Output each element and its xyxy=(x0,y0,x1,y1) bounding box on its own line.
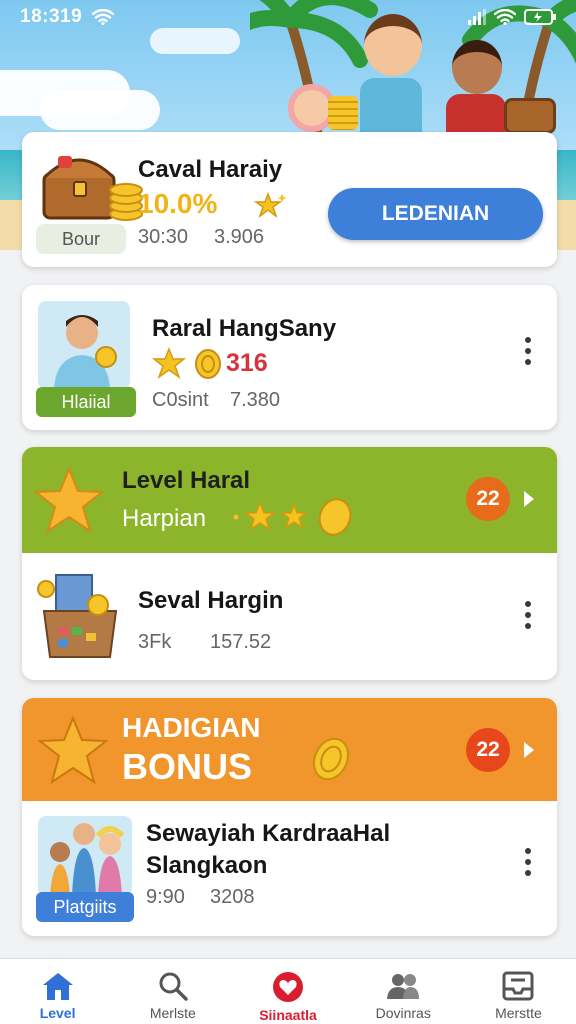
item-title: Seval Hargin xyxy=(138,587,284,614)
chevron-right-icon[interactable] xyxy=(524,742,534,758)
player-avatar xyxy=(38,301,130,389)
home-icon xyxy=(42,973,73,1000)
ledenian-button[interactable]: LEDENIAN xyxy=(328,188,543,240)
meta-count: 157.52 xyxy=(210,631,272,653)
star-icon xyxy=(38,716,108,784)
player-chip[interactable]: Hlaiial xyxy=(36,387,136,417)
count-badge: 22 xyxy=(466,477,510,521)
battery-icon xyxy=(524,9,556,25)
family-chip[interactable]: Platgiits xyxy=(36,892,134,922)
tab-label: Dovinras xyxy=(375,1005,431,1021)
player-card[interactable]: Hlaiial Raral HangSany 316 C0sint 7.380 xyxy=(22,285,557,430)
chevron-right-icon[interactable] xyxy=(524,491,534,507)
more-options-icon[interactable] xyxy=(525,601,531,629)
banner-title-line1: HADIGIAN xyxy=(122,712,261,743)
banner-subtitle: Harpian xyxy=(122,505,207,532)
heart-icon xyxy=(273,972,303,1002)
featured-card[interactable]: Bour Caval Haraiy 10.0% 30:30 3.906 LEDE… xyxy=(22,132,557,267)
item-title-line1: Sewayiah KardraaHal xyxy=(146,820,391,847)
bottom-tab-bar: Level Merlste Siinaatla Dovinras Merstte xyxy=(0,958,576,1024)
tab-more[interactable]: Merstte xyxy=(461,959,576,1024)
wifi-icon xyxy=(92,9,115,25)
item-title-line2: Slangkaon xyxy=(146,852,268,879)
wifi-icon xyxy=(494,9,516,25)
tab-people[interactable]: Dovinras xyxy=(346,959,461,1024)
tab-search[interactable]: Merlste xyxy=(115,959,230,1024)
percent-value: 10.0% xyxy=(138,188,218,219)
card-chip[interactable]: Bour xyxy=(36,224,126,254)
treasure-chest-icon xyxy=(42,156,143,221)
people-icon xyxy=(387,974,420,999)
search-icon xyxy=(159,972,188,1001)
tab-level[interactable]: Level xyxy=(0,959,115,1024)
bonus-banner[interactable]: HADIGIAN BONUS 22 xyxy=(22,698,557,801)
meta-label: 9:90 xyxy=(146,886,185,908)
banner-title: Level Haral xyxy=(122,467,251,494)
star-icon xyxy=(254,191,287,219)
star-icon xyxy=(34,467,104,533)
count-badge: 22 xyxy=(466,728,510,772)
more-options-icon[interactable] xyxy=(525,848,531,876)
star-icon xyxy=(152,347,186,379)
coin-stack-icon xyxy=(328,96,358,130)
treasure-chest-icon xyxy=(504,98,556,134)
level-banner[interactable]: Level Haral Harpian 22 xyxy=(22,447,557,553)
meta-count: 3208 xyxy=(210,886,255,908)
meta-label: C0sint xyxy=(152,389,209,411)
banner-title-line2: BONUS xyxy=(122,746,253,787)
tab-favorites[interactable]: Siinaatla xyxy=(230,959,345,1024)
meta-count: 7.380 xyxy=(230,389,281,411)
level-card[interactable]: Level Haral Harpian 22 Seval Hargin 3Fk … xyxy=(22,447,557,680)
signal-icon xyxy=(468,9,486,25)
card-title: Raral HangSany xyxy=(152,315,337,342)
gift-box-icon xyxy=(37,574,118,658)
coin-icon xyxy=(312,737,350,781)
meta-label: 3Fk xyxy=(138,631,172,653)
meta-time: 30:30 xyxy=(138,226,189,248)
card-title: Caval Haraiy xyxy=(138,156,283,183)
tab-label: Merstte xyxy=(495,1005,542,1021)
tab-label: Level xyxy=(39,1005,76,1021)
coin-number: 316 xyxy=(226,349,268,377)
status-bar: 18:319 xyxy=(0,0,576,34)
coin-icon xyxy=(195,349,221,379)
inbox-icon xyxy=(502,971,534,1001)
more-options-icon[interactable] xyxy=(525,337,531,365)
tab-label: Siinaatla xyxy=(259,1007,317,1023)
meta-count: 3.906 xyxy=(214,226,265,248)
tab-label: Merlste xyxy=(149,1005,196,1021)
status-time: 18:319 xyxy=(20,6,83,27)
family-avatar xyxy=(38,816,132,896)
bonus-card[interactable]: HADIGIAN BONUS 22 Platgiits Sewayiah Kar… xyxy=(22,698,557,936)
stars-coin-icon xyxy=(233,498,352,536)
character-woman-avatar xyxy=(452,40,502,94)
